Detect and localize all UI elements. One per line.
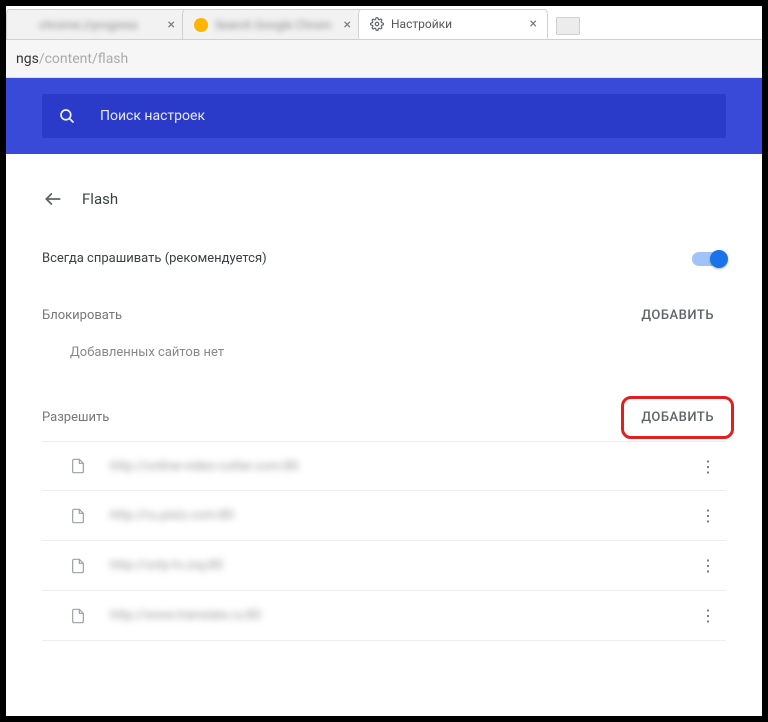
allow-add-button[interactable]: ДОБАВИТЬ: [629, 404, 726, 431]
allow-section: Разрешить ДОБАВИТЬ http://online-video-c…: [42, 386, 726, 641]
more-icon[interactable]: ⋮: [696, 556, 720, 575]
file-icon: [70, 558, 90, 574]
file-icon: [70, 508, 90, 524]
block-add-button[interactable]: ДОБАВИТЬ: [629, 302, 726, 329]
file-icon: [70, 458, 90, 474]
browser-tab-3-active[interactable]: Настройки ×: [358, 9, 548, 39]
site-url: http://www.translate.ru:80: [110, 608, 696, 623]
tab-title: chrome://progress: [39, 18, 138, 32]
tab-title: Search Google Chrom: [215, 18, 331, 32]
settings-search-wrap: Поиск настроек: [6, 78, 762, 154]
more-icon[interactable]: ⋮: [696, 506, 720, 525]
url-path: /content/flash: [39, 51, 128, 67]
close-icon[interactable]: ×: [344, 18, 351, 32]
always-ask-label: Всегда спрашивать (рекомендуется): [42, 251, 267, 266]
page-title: Flash: [82, 190, 118, 208]
search-placeholder: Поиск настроек: [100, 108, 205, 124]
site-row[interactable]: http://online-video-cutter.com:80 ⋮: [42, 441, 726, 491]
block-label: Блокировать: [42, 308, 122, 323]
file-icon: [70, 608, 90, 624]
search-input[interactable]: Поиск настроек: [42, 94, 726, 138]
tab-favicon: [17, 17, 33, 33]
block-empty-text: Добавленных сайтов нет: [42, 329, 726, 368]
close-icon[interactable]: ×: [168, 18, 175, 32]
search-icon: [58, 107, 76, 125]
site-url: http://only-tv.org:80: [110, 558, 696, 573]
back-button[interactable]: [42, 188, 64, 210]
url-text: ngs/content/flash: [16, 51, 128, 67]
site-row[interactable]: http://only-tv.org:80 ⋮: [42, 541, 726, 591]
site-row[interactable]: http://ru.pixiz.com:80 ⋮: [42, 491, 726, 541]
content-column: Flash Всегда спрашивать (рекомендуется) …: [42, 154, 726, 641]
allow-site-list: http://online-video-cutter.com:80 ⋮ http…: [42, 441, 726, 641]
allow-label: Разрешить: [42, 410, 109, 425]
block-section: Блокировать ДОБАВИТЬ Добавленных сайтов …: [42, 284, 726, 386]
browser-tab-2[interactable]: Search Google Chrom ×: [182, 9, 362, 39]
browser-window: chrome://progress × Search Google Chrom …: [6, 6, 762, 716]
url-host: ngs: [16, 51, 39, 67]
close-icon[interactable]: ×: [530, 17, 537, 31]
gear-icon: [369, 16, 385, 32]
settings-page: Поиск настроек Flash Всегда спрашивать (…: [6, 78, 762, 716]
tab-bar: chrome://progress × Search Google Chrom …: [6, 6, 762, 40]
more-icon[interactable]: ⋮: [696, 457, 720, 476]
header-row: Flash: [42, 182, 726, 233]
always-ask-section: Всегда спрашивать (рекомендуется): [42, 233, 726, 284]
new-tab-button[interactable]: [556, 17, 580, 35]
tab-favicon: [193, 17, 209, 33]
browser-tab-1[interactable]: chrome://progress ×: [6, 9, 186, 39]
always-ask-toggle[interactable]: [692, 252, 726, 266]
address-bar[interactable]: ngs/content/flash: [6, 40, 762, 78]
tab-title: Настройки: [391, 17, 452, 31]
site-url: http://ru.pixiz.com:80: [110, 508, 696, 523]
more-icon[interactable]: ⋮: [696, 606, 720, 625]
site-row[interactable]: http://www.translate.ru:80 ⋮: [42, 591, 726, 641]
site-url: http://online-video-cutter.com:80: [110, 459, 696, 474]
settings-card: Flash Всегда спрашивать (рекомендуется) …: [42, 182, 726, 641]
